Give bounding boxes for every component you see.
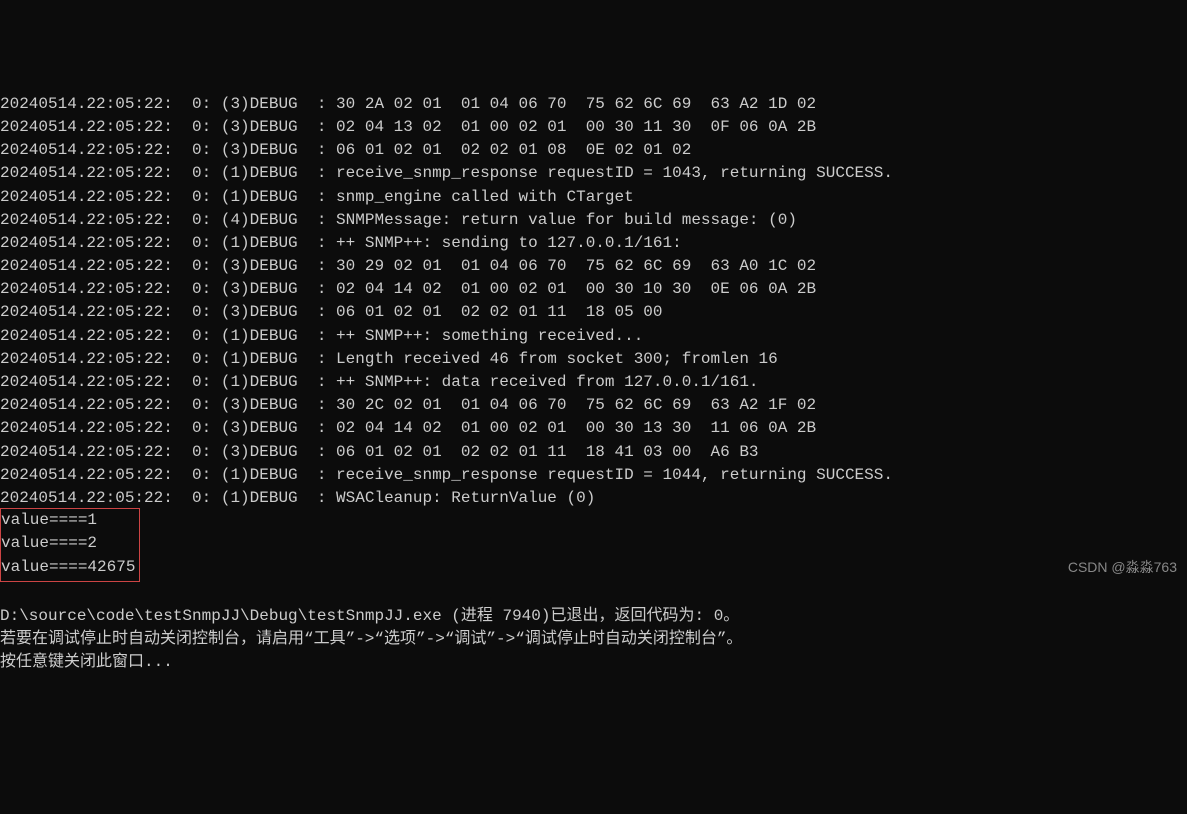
log-line: 20240514.22:05:22: 0: (1)DEBUG : Length … bbox=[0, 348, 1187, 371]
footer-line bbox=[0, 582, 1187, 605]
log-line: 20240514.22:05:22: 0: (3)DEBUG : 02 04 1… bbox=[0, 417, 1187, 440]
log-line: 20240514.22:05:22: 0: (1)DEBUG : ++ SNMP… bbox=[0, 325, 1187, 348]
value-highlight-box: value====1value====2value====42675 bbox=[0, 508, 140, 582]
log-line: 20240514.22:05:22: 0: (3)DEBUG : 06 01 0… bbox=[0, 441, 1187, 464]
value-line: value====42675 bbox=[1, 556, 135, 579]
log-line: 20240514.22:05:22: 0: (1)DEBUG : receive… bbox=[0, 464, 1187, 487]
log-line: 20240514.22:05:22: 0: (1)DEBUG : receive… bbox=[0, 162, 1187, 185]
footer-line: 若要在调试停止时自动关闭控制台，请启用“工具”->“选项”->“调试”->“调试… bbox=[0, 628, 1187, 651]
log-line: 20240514.22:05:22: 0: (3)DEBUG : 02 04 1… bbox=[0, 116, 1187, 139]
log-line: 20240514.22:05:22: 0: (3)DEBUG : 30 2A 0… bbox=[0, 93, 1187, 116]
console-output: 20240514.22:05:22: 0: (3)DEBUG : 30 2A 0… bbox=[0, 93, 1187, 675]
log-line: 20240514.22:05:22: 0: (3)DEBUG : 06 01 0… bbox=[0, 301, 1187, 324]
log-line: 20240514.22:05:22: 0: (3)DEBUG : 30 29 0… bbox=[0, 255, 1187, 278]
footer-line: D:\source\code\testSnmpJJ\Debug\testSnmp… bbox=[0, 605, 1187, 628]
log-line: 20240514.22:05:22: 0: (1)DEBUG : ++ SNMP… bbox=[0, 371, 1187, 394]
log-line: 20240514.22:05:22: 0: (4)DEBUG : SNMPMes… bbox=[0, 209, 1187, 232]
watermark: CSDN @淼淼763 bbox=[1068, 557, 1177, 577]
footer-line: 按任意键关闭此窗口... bbox=[0, 651, 1187, 674]
log-line: 20240514.22:05:22: 0: (3)DEBUG : 06 01 0… bbox=[0, 139, 1187, 162]
log-line: 20240514.22:05:22: 0: (1)DEBUG : WSAClea… bbox=[0, 487, 1187, 510]
log-section: 20240514.22:05:22: 0: (3)DEBUG : 30 2A 0… bbox=[0, 93, 1187, 510]
log-line: 20240514.22:05:22: 0: (1)DEBUG : ++ SNMP… bbox=[0, 232, 1187, 255]
value-line: value====1 bbox=[1, 509, 135, 532]
value-line: value====2 bbox=[1, 532, 135, 555]
log-line: 20240514.22:05:22: 0: (1)DEBUG : snmp_en… bbox=[0, 186, 1187, 209]
log-line: 20240514.22:05:22: 0: (3)DEBUG : 02 04 1… bbox=[0, 278, 1187, 301]
log-line: 20240514.22:05:22: 0: (3)DEBUG : 30 2C 0… bbox=[0, 394, 1187, 417]
footer-section: D:\source\code\testSnmpJJ\Debug\testSnmp… bbox=[0, 582, 1187, 675]
